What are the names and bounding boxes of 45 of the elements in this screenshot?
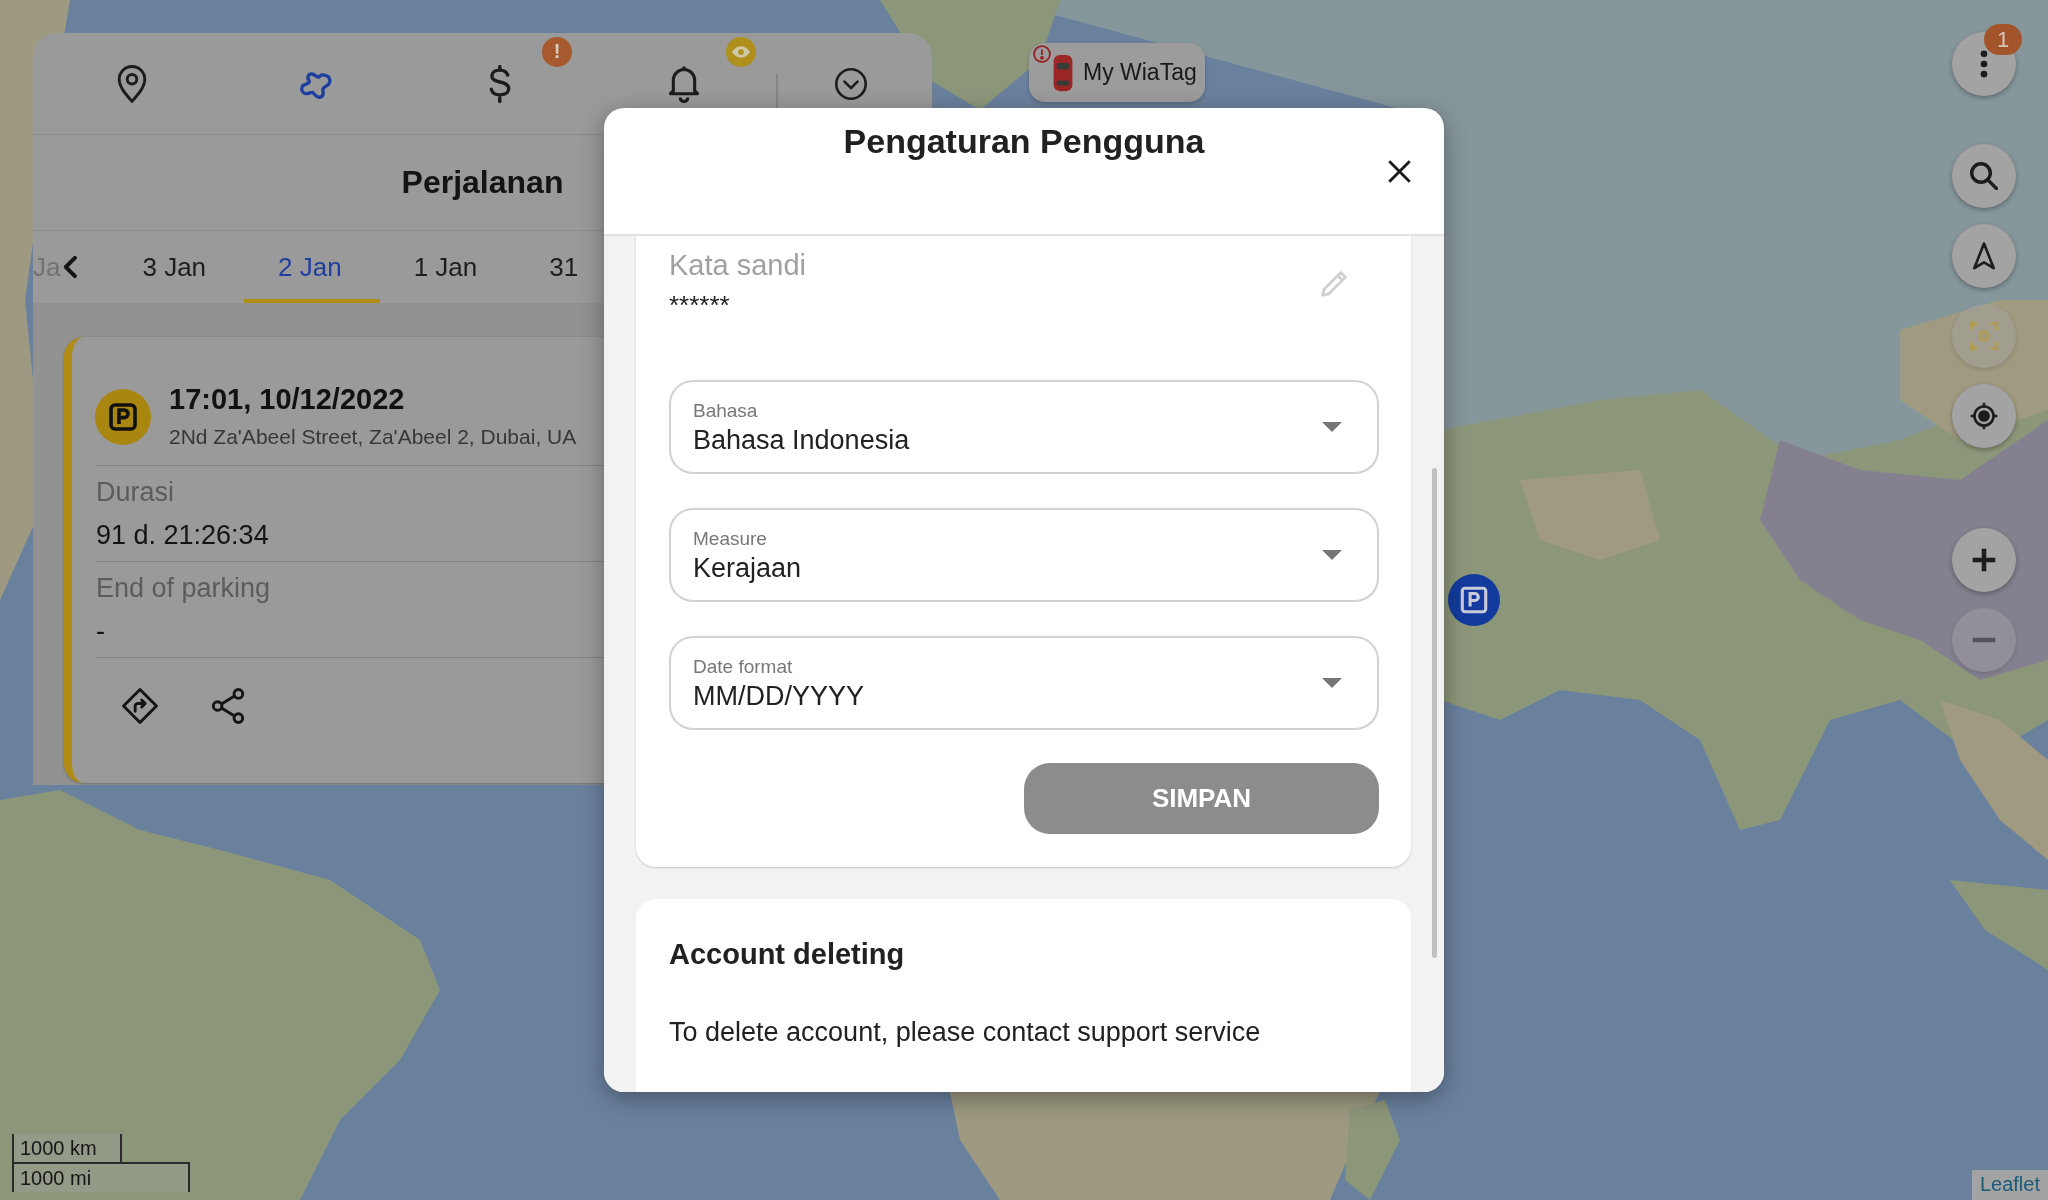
trip-address: 2Nd Za'Abeel Street, Za'Abeel 2, Dubai, UA: [169, 424, 577, 450]
scale-bar: 1000 km: [12, 1134, 122, 1164]
focus-frame-icon: [1970, 322, 1998, 350]
field-label: Kata sandi: [669, 248, 807, 283]
trip-time: 17:01, 10/12/2022: [169, 382, 406, 416]
directions-icon: [122, 688, 158, 724]
date-tab[interactable]: 31: [515, 231, 579, 303]
date-tab[interactable]: 1 Jan: [379, 231, 516, 303]
attribution-link[interactable]: Leaflet: [1971, 1170, 2048, 1200]
chevron-left-icon: [63, 255, 78, 279]
panel-title: Perjalanan: [401, 164, 564, 201]
field-value: 91 d. 21:26:34: [96, 519, 269, 552]
alert-badge: !: [542, 36, 572, 67]
date-tab[interactable]: 3 Jan: [108, 231, 245, 303]
close-icon: [1387, 159, 1411, 183]
section-title: Account deleting: [669, 937, 905, 971]
plus-icon: [1972, 548, 1996, 572]
locate-icon: [1970, 402, 1998, 430]
car-icon: [1053, 53, 1073, 92]
bell-icon: [668, 64, 700, 103]
select-field[interactable]: Date format MM/DD/YYYY: [669, 636, 1379, 730]
password-value: ******: [669, 290, 730, 320]
minus-icon: [1972, 637, 1996, 643]
search-icon: [1970, 162, 1998, 190]
field-label: End of parking: [96, 572, 271, 605]
unit-name: My WiaTag: [1083, 59, 1197, 86]
info-text: To delete account, please contact support service: [669, 1016, 1261, 1049]
scrollbar[interactable]: [1432, 468, 1437, 958]
select-field[interactable]: Measure Kerajaan: [669, 508, 1379, 602]
field-label: Durasi: [96, 476, 175, 509]
navigation-arrow-icon: [1970, 242, 1998, 270]
dialog-title: Pengaturan Pengguna: [843, 121, 1205, 161]
unit-chip[interactable]: My WiaTag: [1029, 43, 1205, 102]
field-value: -: [96, 615, 105, 648]
map-pin-icon: [116, 64, 148, 103]
eye-icon: [726, 36, 756, 67]
parking-marker-icon[interactable]: [1448, 574, 1500, 626]
share-icon: [210, 688, 246, 724]
caret-icon: [1322, 550, 1342, 560]
parking-icon: [95, 389, 151, 445]
caret-icon: [1322, 422, 1342, 432]
scale-bar: 1000 mi: [12, 1162, 190, 1192]
select-field[interactable]: Bahasa Bahasa Indonesia: [669, 380, 1379, 474]
caret-icon: [1322, 678, 1342, 688]
more-icon: [1980, 50, 1988, 78]
